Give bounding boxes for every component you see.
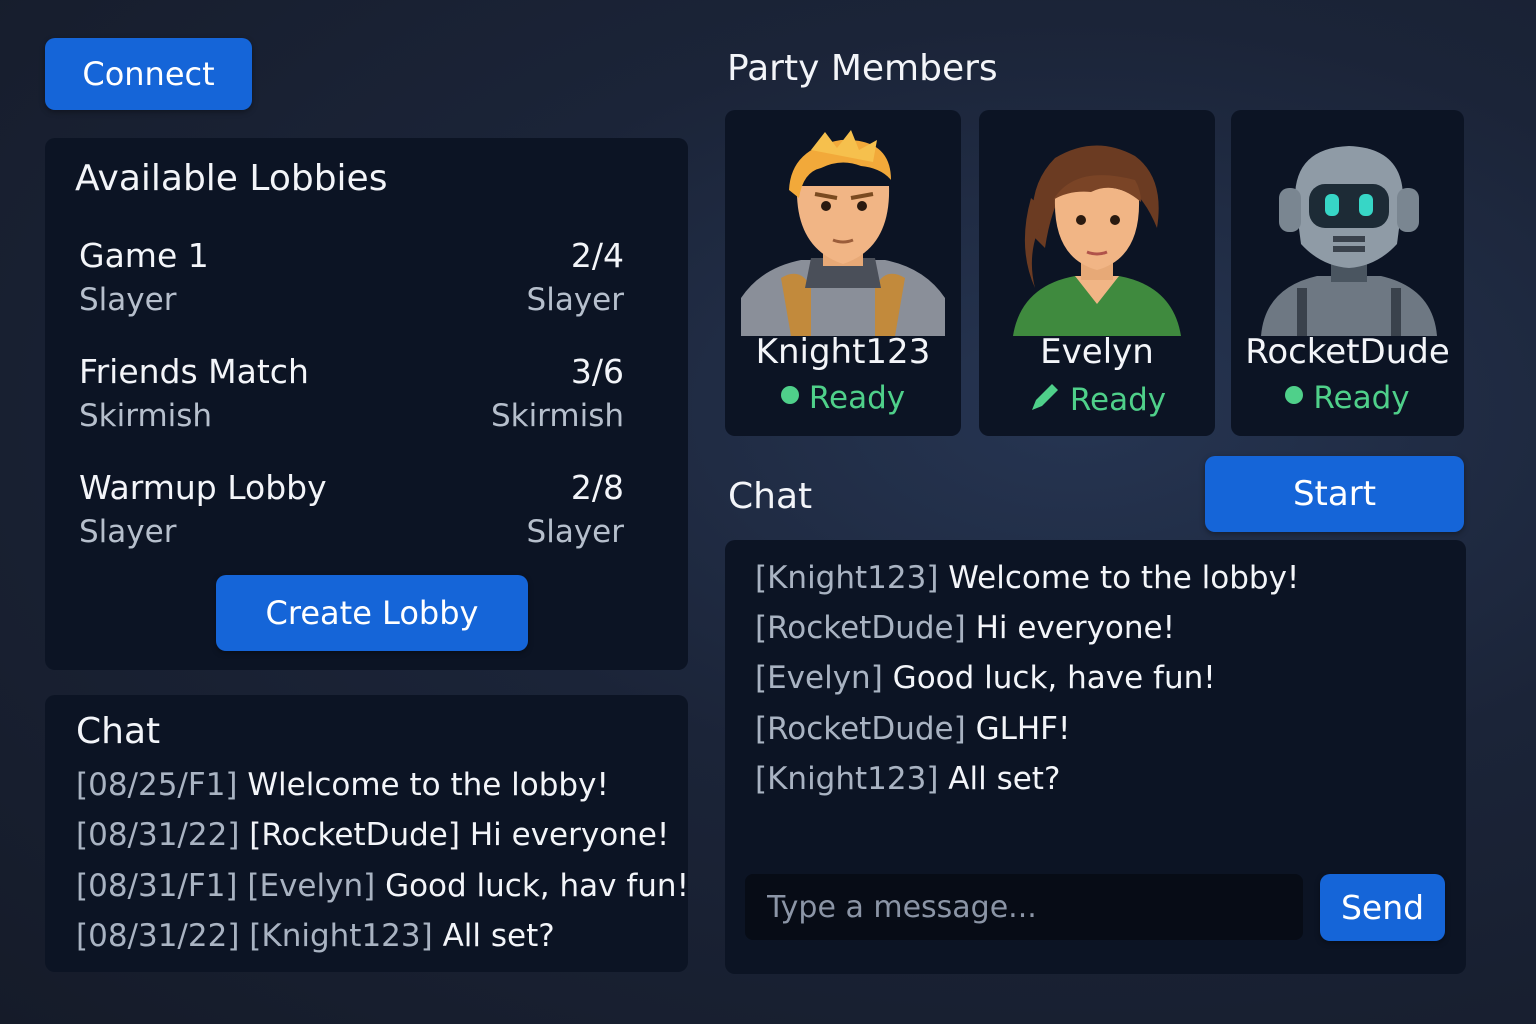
pencil-icon <box>1031 384 1058 410</box>
chat-text: GLHF! <box>975 711 1071 747</box>
chat-message: [08/31/F1] [Evelyn] Good luck, hav fun! <box>76 868 689 904</box>
message-input[interactable] <box>745 874 1303 940</box>
lobby-item-game-1[interactable]: Game 1 2/4 Slayer Slayer <box>79 236 624 336</box>
right-chat-panel: [Knight123] Welcome to the lobby! [Rocke… <box>725 540 1466 974</box>
chat-user: [Knight123] <box>755 560 939 596</box>
lobby-mode: Slayer <box>79 282 177 318</box>
chat-user: [Evelyn] <box>247 868 376 904</box>
left-chat-panel: Chat [08/25/F1] Wlelcome to the lobby! [… <box>45 695 689 972</box>
chat-text: Hi everyone! <box>469 817 670 853</box>
chat-message: [RocketDude] Hi everyone! <box>755 610 1175 646</box>
lobby-player-count: 2/4 <box>570 236 624 275</box>
lobby-mode-right: Slayer <box>526 282 624 318</box>
member-name: Evelyn <box>1040 332 1154 372</box>
lobby-mode: Skirmish <box>79 398 213 434</box>
chat-user: [RocketDude] <box>249 817 460 853</box>
lobby-mode: Slayer <box>79 514 177 550</box>
robot-avatar <box>1261 146 1437 336</box>
right-chat-title: Chat <box>728 476 813 517</box>
chat-message: [Knight123] All set? <box>755 761 1060 797</box>
chat-timestamp: [08/31/F1] <box>76 868 238 904</box>
chat-user: [RocketDude] <box>755 711 966 747</box>
woman-avatar <box>1013 145 1181 336</box>
member-status-label: Ready <box>808 380 906 416</box>
chat-text: Wlelcome to the lobby! <box>247 767 609 803</box>
lobby-mode-right: Skirmish <box>490 398 624 434</box>
member-status: Ready <box>1231 380 1464 416</box>
member-status-label: Ready <box>1313 380 1410 416</box>
chat-text: All set? <box>948 761 1061 797</box>
chat-timestamp: [08/31/22] <box>76 918 240 954</box>
member-status: Ready <box>725 380 961 416</box>
chat-user: [Evelyn] <box>755 660 883 696</box>
party-member-card-evelyn[interactable]: Evelyn Ready <box>979 110 1215 436</box>
lobby-name: Warmup Lobby <box>79 468 327 507</box>
send-button[interactable]: Send <box>1320 874 1445 941</box>
member-status-label: Ready <box>1069 382 1167 418</box>
start-button[interactable]: Start <box>1205 456 1464 532</box>
chat-text: Hi everyone! <box>975 610 1176 646</box>
chat-message: [RocketDude] GLHF! <box>755 711 1070 747</box>
chat-message: [08/25/F1] Wlelcome to the lobby! <box>76 767 609 803</box>
party-member-card-knight123[interactable]: Knight123 Ready <box>725 110 961 436</box>
chat-timestamp: [08/25/F1] <box>76 767 238 803</box>
create-lobby-button[interactable]: Create Lobby <box>216 575 528 651</box>
chat-message: [Evelyn] Good luck, have fun! <box>755 660 1216 696</box>
lobby-item-friends-match[interactable]: Friends Match 3/6 Skirmish Skirmish <box>79 352 624 452</box>
chat-text: Good luck, have fun! <box>892 660 1216 696</box>
chat-user: [Knight123] <box>755 761 939 797</box>
green-dot-icon <box>1285 386 1304 404</box>
party-member-card-rocketdude[interactable]: RocketDude Ready <box>1231 110 1464 436</box>
lobby-player-count: 3/6 <box>570 352 624 391</box>
chat-user: [Knight123] <box>249 918 433 954</box>
lobby-mode-right: Slayer <box>526 514 624 550</box>
chat-message: [08/31/22] [Knight123] All set? <box>76 918 555 954</box>
green-dot-icon <box>780 386 799 404</box>
lobby-name: Game 1 <box>79 236 209 275</box>
left-chat-title: Chat <box>76 711 161 752</box>
chat-message: [Knight123] Welcome to the lobby! <box>755 560 1299 596</box>
member-status: Ready <box>979 380 1215 418</box>
chat-text: Welcome to the lobby! <box>948 560 1300 596</box>
party-title: Party Members <box>727 48 998 89</box>
chat-message: [08/31/22] [RocketDude] Hi everyone! <box>76 817 669 853</box>
lobby-player-count: 2/8 <box>570 468 624 507</box>
lobbies-panel: Available Lobbies Game 1 2/4 Slayer Slay… <box>45 138 688 670</box>
lobby-item-warmup-lobby[interactable]: Warmup Lobby 2/8 Slayer Slayer <box>79 468 624 568</box>
connect-button[interactable]: Connect <box>45 38 252 110</box>
chat-user: [RocketDude] <box>755 610 966 646</box>
lobby-name: Friends Match <box>79 352 309 391</box>
chat-text: All set? <box>442 918 555 954</box>
member-name: Knight123 <box>755 332 931 372</box>
member-name: RocketDude <box>1245 332 1450 372</box>
chat-text: Good luck, hav fun! <box>385 868 689 904</box>
lobbies-title: Available Lobbies <box>75 158 388 199</box>
chat-timestamp: [08/31/22] <box>76 817 240 853</box>
knight-avatar <box>741 130 945 336</box>
